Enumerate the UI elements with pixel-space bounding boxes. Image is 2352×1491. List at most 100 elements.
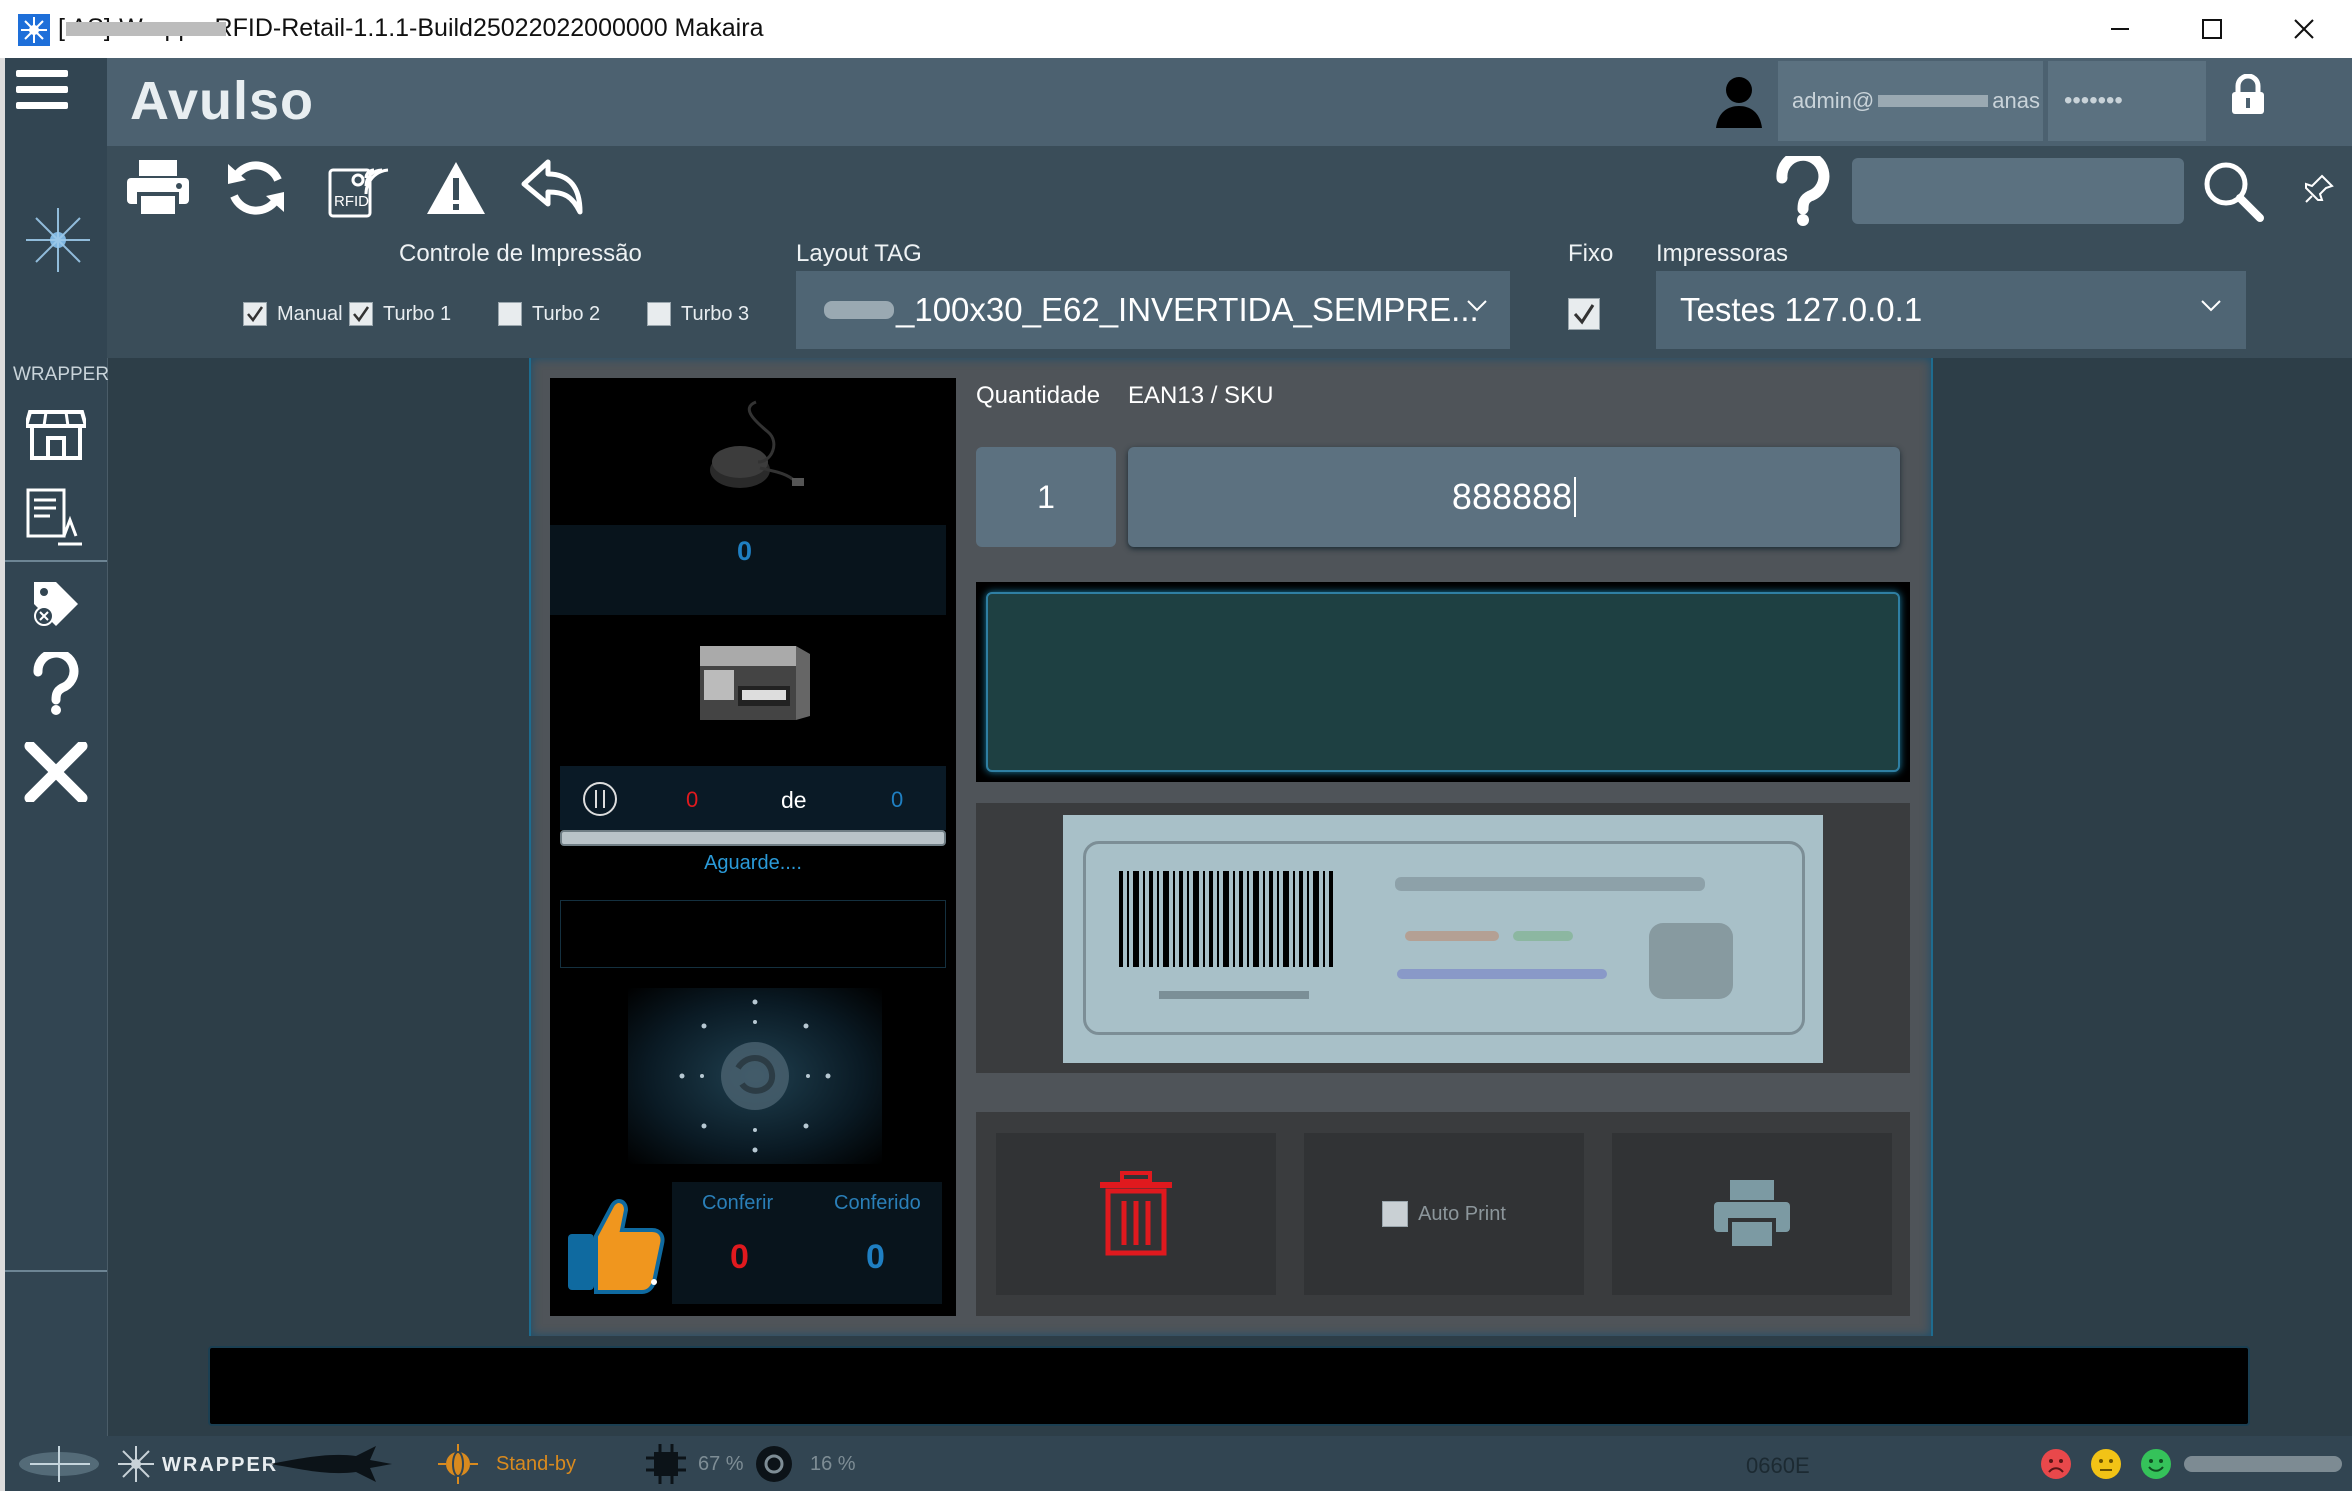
total-count: 0 (891, 787, 904, 812)
window-titlebar: [ AS]-WrapperRFID-Retail-1.1.1-Build2502… (0, 0, 2352, 59)
checked-value: 0 (866, 1238, 885, 1276)
wrapper-logo-icon (18, 200, 98, 280)
rfid-icon-text: RFID (334, 193, 369, 210)
store-icon[interactable] (26, 408, 86, 460)
turbo3-checkbox[interactable]: Turbo 3 (647, 302, 749, 326)
marlin-icon (266, 1440, 396, 1486)
undo-icon[interactable] (514, 150, 590, 226)
page-title: Avulso (130, 71, 315, 131)
warning-icon[interactable] (418, 150, 494, 226)
fixo-checkbox[interactable] (1568, 298, 1600, 330)
sku-label: EAN13 / SKU (1128, 382, 1274, 409)
manual-checkbox-label: Manual (277, 302, 343, 325)
close-window-button[interactable] (2258, 0, 2350, 58)
print-control-label: Controle de Impressão (399, 240, 642, 267)
print-button[interactable] (1612, 1133, 1892, 1295)
delete-button[interactable] (996, 1133, 1276, 1295)
turbo1-checkbox-label: Turbo 1 (383, 302, 452, 325)
user-email: admin@ (1792, 88, 1875, 113)
printer-select[interactable]: Testes 127.0.0.1 (1656, 271, 2246, 349)
turbo2-checkbox-label: Turbo 2 (532, 302, 601, 325)
connection-state: Stand-by (496, 1453, 577, 1475)
search-icon[interactable] (2202, 160, 2264, 222)
wrapper-small-logo-icon (19, 1446, 99, 1482)
disk-usage: 16 % (810, 1453, 856, 1475)
exit-icon[interactable] (24, 742, 88, 802)
maximize-button[interactable] (2166, 0, 2258, 58)
checked-label: Conferido (834, 1192, 921, 1214)
tag-preview-image (1063, 815, 1823, 1063)
turbo1-checkbox[interactable]: Turbo 1 (349, 302, 451, 326)
sku-value: 888888 (1451, 476, 1573, 517)
turbo2-checkbox[interactable]: Turbo 2 (498, 302, 600, 326)
password-field[interactable]: ••••••• (2048, 61, 2206, 141)
pause-icon[interactable] (582, 781, 618, 817)
label-printer-image (692, 636, 812, 732)
rfid-reader-image (700, 398, 810, 498)
quantity-input[interactable]: 1 (976, 447, 1116, 547)
trash-icon (1100, 1171, 1172, 1256)
cpu-usage: 67 % (698, 1453, 744, 1475)
pin-icon[interactable] (2304, 174, 2334, 204)
standby-globe-icon (438, 1444, 478, 1484)
text-cursor (1574, 477, 1577, 517)
turbo3-checkbox-label: Turbo 3 (681, 302, 750, 325)
help-icon[interactable] (28, 652, 84, 716)
minimize-button[interactable] (2074, 0, 2166, 58)
happy-face-icon[interactable] (2140, 1448, 2172, 1480)
auto-print-checkbox[interactable] (1382, 1201, 1409, 1227)
printer-icon (1714, 1180, 1790, 1250)
manual-checkbox[interactable]: Manual (243, 302, 343, 326)
sku-input[interactable]: 888888 (1128, 447, 1900, 547)
check-value: 0 (730, 1238, 749, 1276)
user-email-suffix: anas (1992, 88, 2040, 113)
turbo2-checkbox-box[interactable] (498, 302, 522, 326)
of-label: de (781, 787, 807, 813)
printed-count: 0 (686, 787, 699, 812)
turbo1-checkbox-box[interactable] (349, 302, 373, 326)
redacted-text (824, 301, 894, 319)
status-progress-bar (2184, 1456, 2342, 1472)
redacted-text (66, 22, 226, 36)
user-icon (1712, 74, 1766, 128)
tag-remove-icon[interactable] (30, 578, 82, 630)
fixo-label: Fixo (1568, 240, 1614, 267)
product-info-display (986, 592, 1900, 772)
bottom-message-bar (208, 1346, 2250, 1426)
status-logo-area (10, 1438, 108, 1490)
check-label: Conferir (702, 1192, 774, 1214)
status-text: Aguarde.... (704, 852, 802, 874)
rail-divider-bottom (5, 1270, 107, 1272)
layout-tag-value: _100x30_E62_INVERTIDA_SEMPRE... (896, 291, 1479, 328)
antenna-icon (678, 996, 832, 1156)
search-input[interactable] (1852, 158, 2184, 224)
rail-divider (5, 560, 107, 562)
lock-icon[interactable] (2230, 74, 2266, 114)
turbo3-checkbox-box[interactable] (647, 302, 671, 326)
wrapper-brand-icon (116, 1444, 156, 1484)
printer-value: Testes 127.0.0.1 (1680, 291, 1923, 328)
redacted-text (1878, 95, 1989, 107)
auto-print-toggle[interactable]: Auto Print (1304, 1133, 1584, 1295)
sad-face-icon[interactable] (2040, 1448, 2072, 1480)
quantity-label: Quantidade (976, 382, 1101, 409)
report-icon[interactable] (24, 486, 86, 548)
chevron-down-icon (1466, 299, 1488, 313)
cpu-icon (644, 1442, 688, 1486)
rfid-icon[interactable]: RFID (320, 150, 396, 226)
print-icon[interactable] (120, 150, 196, 226)
barcode-icon (1119, 871, 1333, 999)
help-toolbar-icon[interactable] (1770, 156, 1836, 226)
layout-tag-select[interactable]: _100x30_E62_INVERTIDA_SEMPRE... (796, 271, 1510, 349)
neutral-face-icon[interactable] (2090, 1448, 2122, 1480)
layout-tag-label: Layout TAG (796, 240, 922, 267)
refresh-icon[interactable] (218, 150, 294, 226)
user-field[interactable]: admin@ anas (1778, 61, 2043, 141)
auto-print-label: Auto Print (1418, 1202, 1506, 1225)
reader-count: 0 (737, 536, 753, 566)
printers-label: Impressoras (1656, 240, 1789, 267)
thumbs-up-icon (562, 1190, 670, 1296)
rail-section-label: WRAPPER (13, 364, 110, 385)
manual-checkbox-box[interactable] (243, 302, 267, 326)
hamburger-menu-icon[interactable] (16, 66, 68, 114)
